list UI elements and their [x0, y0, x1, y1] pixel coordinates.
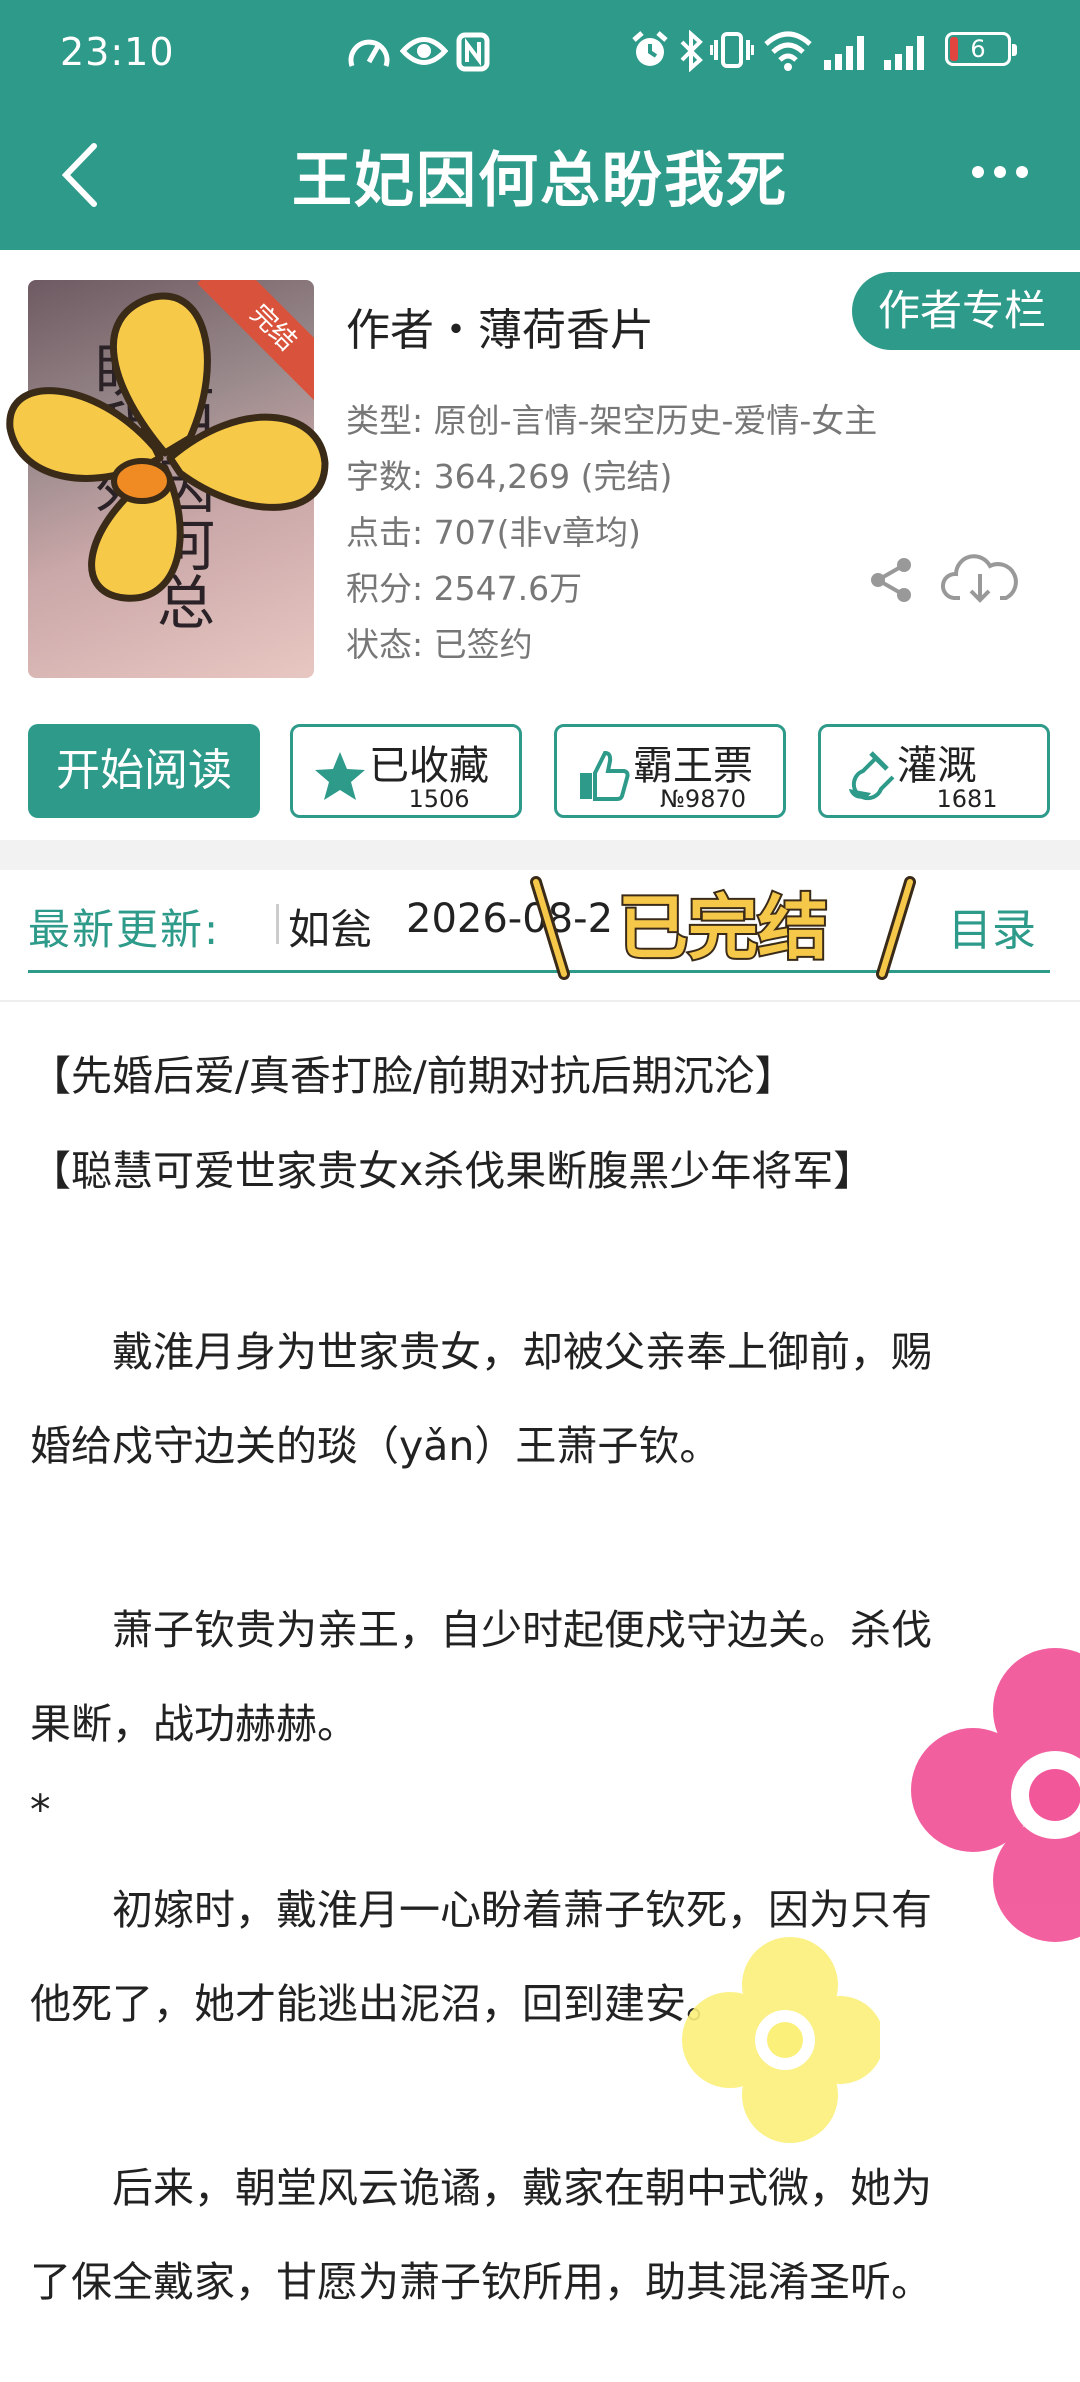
meta-genre: 类型: 原创-言情-架空历史-爱情-女主: [346, 401, 878, 440]
finished-sticker: 已完结: [530, 876, 916, 980]
collect-label: 已收藏: [369, 743, 489, 789]
vibrate-icon: [710, 32, 754, 68]
eye-icon: [400, 37, 448, 65]
author-column-button[interactable]: 作者专栏: [852, 272, 1080, 350]
signal-icon-2: [884, 36, 924, 70]
more-menu-button[interactable]: [970, 160, 1030, 184]
star-icon: [315, 752, 365, 800]
yellow-flower-sticker: [6, 292, 329, 602]
share-icon[interactable]: [866, 555, 916, 605]
author-name[interactable]: 作者・薄荷香片: [346, 294, 654, 358]
latest-chapter-title: 如瓮: [288, 905, 373, 954]
synopsis-line: 果断，战功赫赫。: [30, 1700, 358, 1748]
section-divider-2: [0, 1000, 1080, 1002]
thumbs-up-icon: [580, 750, 630, 801]
synopsis-line: 后来，朝堂风云诡谲，戴家在朝中式微，她为: [30, 2164, 932, 2212]
table-of-contents-button[interactable]: 目录: [948, 894, 1036, 958]
finished-sticker-text: 已完结: [618, 887, 828, 969]
synopsis-line: *: [30, 1786, 51, 1834]
collect-count: 1506: [408, 785, 470, 813]
section-divider: [0, 840, 1080, 870]
nfc-icon: [456, 32, 490, 72]
bluetooth-icon: [680, 30, 703, 72]
pink-flower-sticker: [911, 1648, 1080, 1942]
vote-button[interactable]: 霸王票 №9870: [554, 724, 786, 818]
battery-indicator: 6: [945, 32, 1017, 66]
synopsis-line: 初嫁时，戴淮月一心盼着萧子钦死，因为只有: [30, 1886, 932, 1934]
synopsis-line: 他死了，她才能逃出泥沼，回到建安。: [30, 1980, 727, 2028]
app-bar: 23:10 6 王妃因何总盼我死: [0, 0, 1080, 250]
vote-count: №9870: [659, 785, 747, 813]
latest-update-label: 最新更新:: [28, 905, 221, 954]
meta-word-count: 字数: 364,269 (完结): [346, 457, 673, 496]
nutrient-button[interactable]: 灌溉 1681: [818, 724, 1050, 818]
status-bar: 23:10 6: [0, 0, 1080, 100]
synopsis-line: 戴淮月身为世家贵女，却被父亲奉上御前，赐: [30, 1328, 932, 1376]
speedometer-icon: [348, 39, 390, 67]
wifi-icon: [764, 31, 812, 71]
start-reading-button[interactable]: 开始阅读: [28, 724, 260, 818]
nutrient-label: 灌溉: [897, 743, 977, 789]
battery-level: 6: [970, 35, 986, 63]
meta-clicks: 点击: 707(非v章均): [346, 513, 641, 552]
synopsis-line: 了保全戴家，甘愿为萧子钦所用，助其混淆圣听。: [30, 2258, 932, 2306]
meta-status: 状态: 已签约: [346, 625, 533, 664]
meta-score: 积分: 2547.6万: [346, 569, 583, 608]
synopsis-line: 萧子钦贵为亲王，自少时起便戍守边关。杀伐: [30, 1606, 932, 1654]
flask-icon: [849, 751, 895, 801]
synopsis-tags-1: 【先婚后爱/真香打脸/前期对抗后期沉沦】: [30, 1052, 796, 1100]
collect-button[interactable]: 已收藏 1506: [290, 724, 522, 818]
nutrient-count: 1681: [936, 785, 998, 813]
signal-icon-1: [824, 36, 864, 70]
alarm-icon: [632, 31, 668, 66]
synopsis-tags-2: 【聪慧可爱世家贵女x杀伐果断腹黑少年将军】: [30, 1147, 875, 1195]
update-separator: [276, 904, 279, 944]
vote-label: 霸王票: [633, 743, 753, 789]
page-title: 王妃因何总盼我死: [292, 146, 788, 216]
yellow-small-flower-sticker: [682, 1937, 880, 2143]
synopsis-line: 婚给戍守边关的琰（yǎn）王萧子钦。: [30, 1422, 721, 1470]
status-time: 23:10: [60, 30, 175, 74]
download-icon[interactable]: [940, 550, 1020, 610]
